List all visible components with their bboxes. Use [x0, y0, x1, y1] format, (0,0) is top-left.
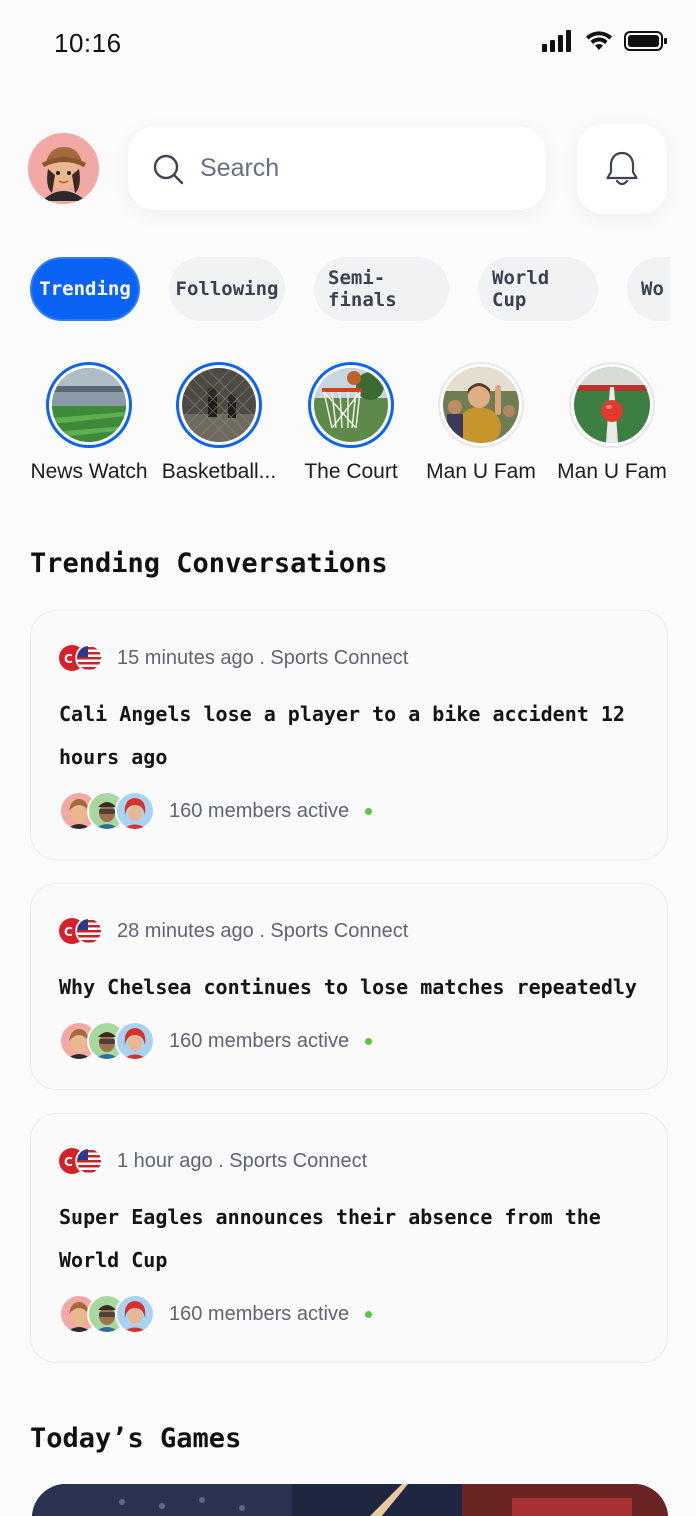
member-avatar	[115, 1021, 155, 1061]
story-label: Basketball...	[161, 460, 277, 483]
conversation-meta-text: 1 hour ago . Sports Connect	[117, 1149, 368, 1172]
story-image	[52, 368, 126, 442]
chip-trending[interactable]: Trending	[30, 257, 140, 321]
member-avatar	[115, 1294, 155, 1334]
chip-following[interactable]: Following	[169, 257, 285, 321]
members-active-text: 160 members active	[169, 1302, 350, 1325]
conversation-card[interactable]: C 15 minutes ago . Sports Connect Cali A…	[30, 610, 668, 860]
stories-row: News Watch Basketball... The Court Man U…	[24, 362, 696, 492]
story-image	[182, 368, 256, 442]
conversation-meta-text: 15 minutes ago . Sports Connect	[117, 646, 409, 669]
svg-text:C: C	[64, 1155, 73, 1169]
bell-icon	[606, 151, 638, 186]
story-ring	[176, 362, 262, 448]
story-man-u-fam-1[interactable]: Man U Fam	[416, 362, 546, 484]
online-indicator	[365, 1310, 373, 1318]
conversation-meta: C 28 minutes ago . Sports Connect	[59, 916, 408, 946]
conversation-card[interactable]: C 1 hour ago . Sports Connect Super Eagl…	[30, 1113, 668, 1363]
online-indicator	[365, 807, 373, 815]
chip-wo[interactable]: Wo	[627, 257, 670, 321]
members-active-text: 160 members active	[169, 1029, 350, 1052]
story-label: The Court	[304, 460, 398, 483]
category-chips: Trending Following Semi-finals World Cup…	[30, 257, 670, 321]
search-placeholder: Search	[200, 154, 280, 182]
story-image	[574, 367, 650, 443]
story-label: Man U Fam	[557, 460, 667, 483]
sports-connect-logo: C	[59, 916, 105, 946]
chip-world-cup[interactable]: World Cup	[478, 257, 598, 321]
members-active: 160 members active	[59, 1294, 373, 1334]
search-icon	[153, 154, 184, 184]
conversation-headline: Super Eagles announces their absence fro…	[59, 1205, 601, 1272]
signal-icon	[542, 30, 571, 52]
story-ring	[308, 362, 394, 448]
members-active: 160 members active	[59, 791, 373, 831]
status-icons	[542, 30, 668, 52]
wifi-icon	[586, 31, 612, 50]
sports-connect-logo: C	[59, 1146, 105, 1176]
trending-conversations-title: Trending Conversations	[30, 548, 388, 579]
profile-avatar[interactable]	[28, 133, 99, 204]
story-image	[314, 368, 388, 442]
story-ring	[438, 362, 524, 448]
story-ring	[569, 362, 655, 448]
todays-games-title: Today’s Games	[30, 1423, 242, 1454]
story-image	[443, 367, 519, 443]
story-news-watch[interactable]: News Watch	[24, 362, 154, 484]
conversation-meta: C 1 hour ago . Sports Connect	[59, 1146, 367, 1176]
conversation-headline: Why Chelsea continues to lose matches re…	[59, 975, 637, 999]
svg-text:C: C	[64, 925, 73, 939]
story-the-court[interactable]: The Court	[286, 362, 416, 484]
story-label: Man U Fam	[426, 460, 536, 483]
status-time: 10:16	[54, 28, 122, 58]
notifications-button[interactable]	[577, 124, 667, 214]
search-bar[interactable]: Search	[128, 127, 546, 210]
conversation-meta-text: 28 minutes ago . Sports Connect	[117, 919, 409, 942]
svg-text:C: C	[64, 652, 73, 666]
story-basketball[interactable]: Basketball...	[154, 362, 284, 484]
sports-connect-logo: C	[59, 643, 105, 673]
conversation-meta: C 15 minutes ago . Sports Connect	[59, 643, 408, 673]
story-ring	[46, 362, 132, 448]
status-bar: 10:16	[0, 0, 696, 90]
conversation-card[interactable]: C 28 minutes ago . Sports Connect Why Ch…	[30, 883, 668, 1090]
story-man-u-fam-2[interactable]: Man U Fam	[547, 362, 677, 484]
members-active-text: 160 members active	[169, 799, 350, 822]
chip-semi-finals[interactable]: Semi-finals	[314, 257, 449, 321]
game-card[interactable]	[32, 1484, 668, 1516]
members-active: 160 members active	[59, 1021, 373, 1061]
member-avatar	[115, 791, 155, 831]
story-label: News Watch	[30, 460, 148, 483]
conversation-headline: Cali Angels lose a player to a bike acci…	[59, 702, 625, 769]
battery-icon	[624, 31, 667, 51]
online-indicator	[365, 1037, 373, 1045]
